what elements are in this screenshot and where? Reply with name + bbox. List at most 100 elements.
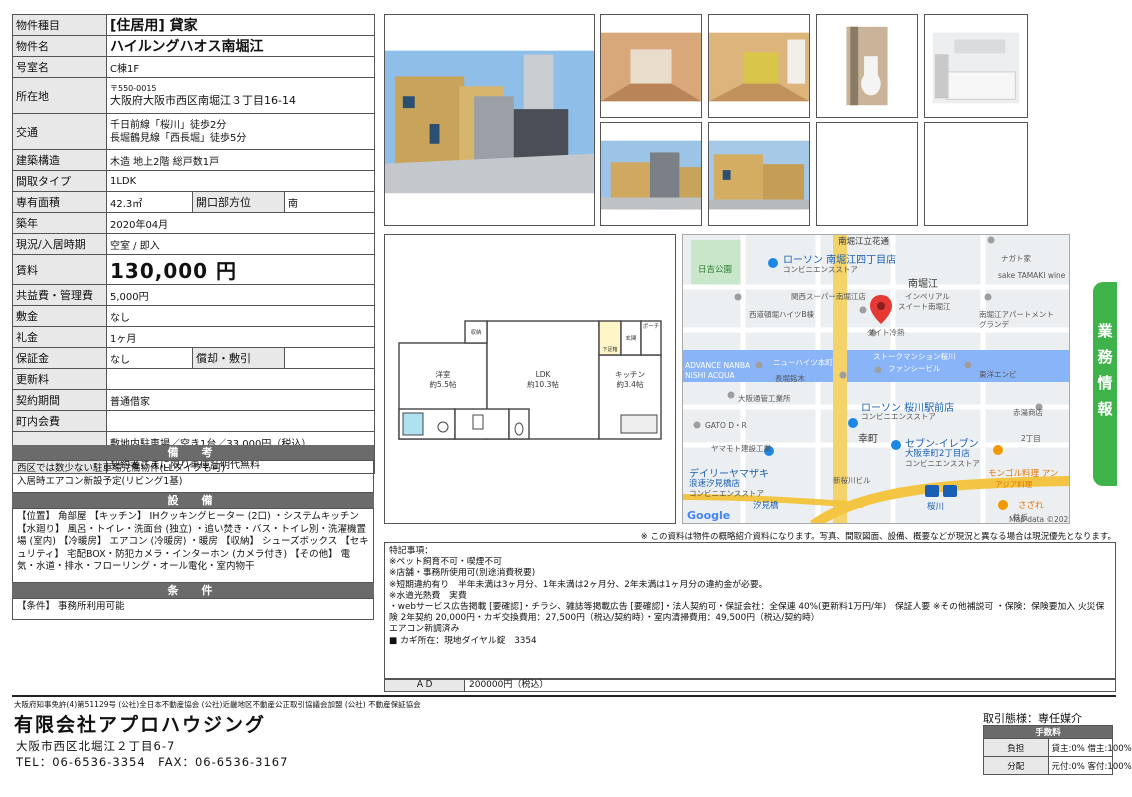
structure-value: 木造 地上2階 総戸数1戸 (105, 149, 376, 171)
map-label: 南堀江立花通 (838, 237, 890, 247)
kitchen-photo (924, 14, 1028, 118)
direction-value: 南 (283, 191, 376, 213)
photo-slot-empty-2 (924, 122, 1028, 226)
exterior-photo-3 (708, 122, 810, 226)
map-label: 桜川 (927, 502, 945, 512)
ad-row: ＡＤ 200000円（税込） (384, 679, 1116, 692)
map-label: スイート南堀江 (898, 302, 951, 311)
key-money-value: 1ヶ月 (105, 326, 376, 348)
floor-plan: 洋室 約5.5帖 LDK 約10.3帖 キッチン 約3.4帖 収納 ポーチ 玄関… (384, 234, 676, 524)
room-ldk-size: 約10.3帖 (527, 379, 559, 389)
map-label: モンゴル料理 アン (988, 469, 1059, 479)
structure-label: 建築構造 (12, 149, 107, 171)
map-label: コンビニエンスストア (861, 412, 936, 421)
company-phone: TEL：06-6536-3354 FAX：06-6536-3167 (16, 755, 289, 769)
map-label: NISHI ACQUA (685, 371, 735, 380)
guarantee-value: なし (106, 347, 193, 369)
room-ldk-label: LDK (536, 370, 552, 379)
name-label: 物件名 (12, 35, 107, 57)
map-label: 赤湯商店 (1013, 408, 1043, 417)
map-label: 東洋エンビ (979, 370, 1017, 379)
map-label: 長堀銘木 (775, 374, 805, 383)
shoebox-label: 下足箱 (602, 346, 617, 353)
map-label: ヤマモト建設工業 (711, 444, 771, 453)
room-kitchen-size: 約3.4帖 (617, 379, 644, 389)
area-value: 42.3㎡ (106, 191, 193, 213)
address-value: 大阪府大阪市西区南堀江３丁目16-14 (110, 94, 296, 107)
interior-photo-1 (600, 14, 702, 118)
repayment-value (283, 347, 376, 369)
map-label: 南堀江 (908, 279, 938, 290)
google-logo: Google (687, 509, 731, 522)
business-info-tab[interactable]: 業務情報 (1093, 282, 1117, 486)
direction-label: 開口部方位 (192, 191, 285, 213)
property-name: ハイルングハオス南堀江 (105, 35, 376, 57)
special-notes: 特記事項： ※ペット飼育不可・喫煙不可 ※店舗・事務所使用可(別途消費税要) ※… (384, 542, 1116, 679)
room-label: 号室名 (12, 56, 107, 78)
type-value: [住居用] 貸家 (105, 14, 376, 36)
interior-photo-2 (708, 14, 810, 118)
renewal-value (105, 368, 376, 390)
ad-value: 200000円（税込） (469, 680, 549, 690)
map-label: ニューハイツ本町 (773, 358, 833, 367)
map-label: ストークマンション桜川 (873, 352, 956, 361)
fee-burden-label: 負担 (983, 738, 1049, 757)
key-money-label: 礼金 (12, 326, 107, 348)
common-fee-value: 5,000円 (105, 284, 376, 306)
map-label: グランデ (979, 320, 1009, 329)
license-text: 大阪府知事免許(4)第51129号 (公社)全日本不動産協会 (公社)近畿地区不… (14, 700, 421, 709)
storage-label: 収納 (470, 328, 482, 336)
exterior-photo-2 (600, 122, 702, 226)
fee-split-label: 分配 (983, 756, 1049, 775)
map-label: sake TAMAKI wine (998, 271, 1066, 280)
built-value: 2020年04月 (105, 212, 376, 234)
layout-value: 1LDK (105, 170, 376, 192)
built-label: 築年 (12, 212, 107, 234)
map-label: アジア料理 (995, 480, 1033, 489)
rent-value: 130,000 円 (105, 254, 376, 285)
map-label: コンビニエンスストア (783, 265, 858, 274)
map-label: ナガト家 (1001, 254, 1031, 263)
company-address: 大阪市西区北堀江２丁目6-7 (16, 739, 176, 753)
remarks-text: 西区では数少ない駐車場完備物件(LLタイプも可) 入居時エアコン新設予定(リビン… (12, 460, 374, 493)
porch-label: ポーチ (643, 323, 660, 330)
equipment-heading: 設 備 (12, 493, 374, 508)
repayment-label: 償却・敷引 (192, 347, 285, 369)
access-line-1: 千日前線「桜川」徒歩2分 (110, 119, 227, 131)
map-label: 幸町 (858, 434, 878, 445)
map-label: 西道頓堀ハイツB棟 (749, 310, 814, 319)
status-label: 現況/入居時期 (12, 233, 107, 255)
property-spec-table: 物件種目 [住居用] 貸家 物件名 ハイルングハオス南堀江 号室名 C棟1F 所在地〒… (12, 14, 376, 474)
access-label: 交通 (12, 113, 107, 150)
room-kitchen-label: キッチン (615, 370, 645, 379)
access-cell: 千日前線「桜川」徒歩2分 長堀鶴見線「西長堀」徒歩5分 (105, 113, 376, 150)
access-line-2: 長堀鶴見線「西長堀」徒歩5分 (110, 132, 247, 144)
transaction-type: 取引態様：専任媒介 (983, 712, 1082, 725)
layout-label: 間取タイプ (12, 170, 107, 192)
fee-heading: 手数料 (983, 725, 1113, 739)
area-label: 専有面積 (12, 191, 107, 213)
fee-burden-value: 貸主:0% 借主:100% (1047, 738, 1132, 757)
remarks-heading: 備 考 (12, 445, 374, 460)
exterior-photo-main (384, 14, 595, 226)
map-label: GATO D・R (705, 421, 747, 430)
business-info-tab-label: 業務情報 (1097, 322, 1113, 418)
contract-value: 普通借家 (105, 389, 376, 411)
map-label: 新桜川ビル (833, 476, 871, 485)
town-fee-value (105, 410, 376, 432)
photo-slot-empty-1 (816, 122, 918, 226)
map-label: コンビニエンスストア (905, 459, 980, 468)
fee-split-value: 元付:0% 客付:100% (1047, 756, 1132, 775)
location-map[interactable]: 南堀江立花通 ローソン 南堀江四丁目店 コンビニエンスストア 日吉公園 南堀江 … (682, 234, 1070, 524)
room-western-label: 洋室 (436, 369, 451, 379)
contract-label: 契約期間 (12, 389, 107, 411)
type-label: 物件種目 (12, 14, 107, 36)
map-label: コンビニエンスストア (689, 489, 764, 498)
entrance-label: 玄関 (625, 334, 637, 342)
address-label: 所在地 (12, 77, 107, 114)
equipment-text: 【位置】 角部屋 【キッチン】 IHクッキングヒーター (2口) ・システムキッ… (12, 508, 374, 583)
room-western-size: 約5.5帖 (430, 379, 457, 389)
map-label: ファンシービル (888, 364, 941, 373)
guarantee-label: 保証金 (12, 347, 107, 369)
ad-label: ＡＤ (385, 680, 465, 691)
